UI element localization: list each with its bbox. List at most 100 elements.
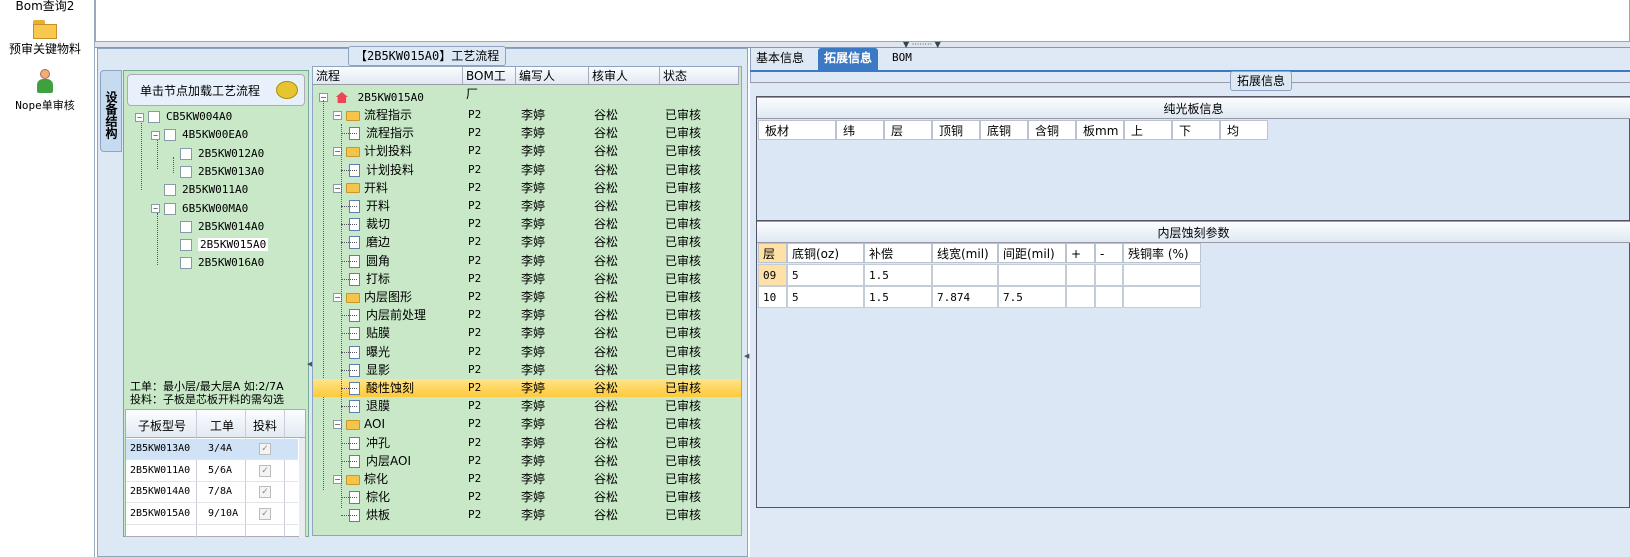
col-header-etch-4[interactable]: 间距(mil): [998, 243, 1066, 263]
process-row[interactable]: 内层前处理 P2 李婷 谷松 已审核: [313, 306, 741, 324]
col-header-etch-7[interactable]: 残铜率 (%): [1123, 243, 1201, 263]
col-header-etch-5[interactable]: +: [1066, 243, 1095, 263]
process-row[interactable]: 曝光 P2 李婷 谷松 已审核: [313, 343, 741, 361]
col-header-bare-0[interactable]: 板材: [758, 120, 836, 140]
process-row[interactable]: − 内层图形 P2 李婷 谷松 已审核: [313, 288, 741, 306]
etch-cell[interactable]: [1066, 264, 1095, 286]
table-row[interactable]: 2B5KW013A0 3/4A ✓: [126, 439, 298, 460]
etch-cell[interactable]: [1123, 286, 1201, 308]
etch-cell[interactable]: [998, 264, 1066, 286]
feed-checkbox[interactable]: ✓: [259, 486, 271, 498]
process-row[interactable]: 显影 P2 李婷 谷松 已审核: [313, 361, 741, 379]
process-row[interactable]: 烘板 P2 李婷 谷松 已审核: [313, 506, 741, 524]
col-header-etch-3[interactable]: 线宽(mil): [932, 243, 998, 263]
process-row[interactable]: 打标 P2 李婷 谷松 已审核: [313, 270, 741, 288]
table-row[interactable]: 2B5KW015A0 9/10A ✓: [126, 504, 298, 525]
etch-cell[interactable]: 1.5: [864, 264, 932, 286]
process-row[interactable]: − AOI P2 李婷 谷松 已审核: [313, 415, 741, 433]
table-row[interactable]: 2B5KW011A0 5/6A ✓: [126, 461, 298, 482]
col-header-process[interactable]: 流程: [313, 67, 463, 85]
tab-bom[interactable]: BOM: [886, 48, 918, 70]
col-header-etch-6[interactable]: -: [1095, 243, 1123, 263]
etch-cell[interactable]: 09: [758, 264, 787, 286]
col-header-etch-1[interactable]: 底铜(oz): [787, 243, 864, 263]
process-row[interactable]: 计划投料 P2 李婷 谷松 已审核: [313, 161, 741, 179]
process-row[interactable]: 棕化 P2 李婷 谷松 已审核: [313, 488, 741, 506]
process-row[interactable]: 磨边 P2 李婷 谷松 已审核: [313, 233, 741, 251]
tree-node[interactable]: 2B5KW015A0: [167, 237, 269, 253]
etch-cell[interactable]: 5: [787, 264, 864, 286]
tree-node[interactable]: 2B5KW012A0: [167, 146, 264, 162]
tab-basic-info[interactable]: 基本信息: [750, 48, 810, 70]
col-header-etch-2[interactable]: 补偿: [864, 243, 932, 263]
col-header-bare-2[interactable]: 层: [884, 120, 932, 140]
process-row[interactable]: 裁切 P2 李婷 谷松 已审核: [313, 215, 741, 233]
feed-checkbox[interactable]: ✓: [259, 464, 271, 477]
nav-item-bom-query[interactable]: Bom查询2: [0, 0, 90, 14]
etch-cell[interactable]: [1066, 286, 1095, 308]
node-checkbox-icon[interactable]: [164, 129, 176, 142]
col-header-factory[interactable]: BOM工厂: [463, 67, 516, 101]
process-row[interactable]: 退膜 P2 李婷 谷松 已审核: [313, 397, 741, 415]
col-header-writer[interactable]: 编写人: [516, 67, 589, 85]
node-checkbox-icon[interactable]: [180, 220, 192, 233]
node-checkbox-icon[interactable]: [148, 111, 160, 123]
node-checkbox-icon[interactable]: [180, 165, 192, 178]
etch-cell[interactable]: 5: [787, 286, 864, 308]
feed-checkbox[interactable]: ✓: [259, 507, 271, 520]
col-header-bare-4[interactable]: 底铜: [980, 120, 1028, 140]
node-checkbox-icon[interactable]: [164, 184, 176, 197]
process-row[interactable]: 圆角 P2 李婷 谷松 已审核: [313, 252, 741, 270]
process-row[interactable]: 流程指示 P2 李婷 谷松 已审核: [313, 124, 741, 142]
collapse-icon[interactable]: −: [333, 111, 342, 120]
process-row[interactable]: 开料 P2 李婷 谷松 已审核: [313, 197, 741, 215]
col-header-bare-8[interactable]: 下: [1172, 120, 1220, 140]
collapse-icon[interactable]: −: [151, 204, 160, 213]
nav-item-nope-review[interactable]: Nope单审核: [0, 67, 90, 113]
process-row[interactable]: 冲孔 P2 李婷 谷松 已审核: [313, 434, 741, 452]
process-row[interactable]: − 棕化 P2 李婷 谷松 已审核: [313, 470, 741, 488]
tree-node[interactable]: − 6B5KW00MA0: [151, 201, 248, 217]
etch-cell[interactable]: [932, 264, 998, 286]
etch-cell[interactable]: [1095, 286, 1123, 308]
tree-node[interactable]: 2B5KW016A0: [167, 255, 264, 271]
col-header-etch-0[interactable]: 层: [758, 243, 787, 263]
process-root-row[interactable]: − 2B5KW015A0: [313, 88, 741, 106]
node-checkbox-icon[interactable]: [180, 257, 192, 270]
col-header-reviewer[interactable]: 核审人: [589, 67, 660, 85]
col-header-bare-9[interactable]: 均: [1220, 120, 1268, 140]
etch-cell[interactable]: [1123, 264, 1201, 286]
col-header-bare-5[interactable]: 含铜: [1028, 120, 1076, 140]
process-row[interactable]: − 流程指示 P2 李婷 谷松 已审核: [313, 106, 741, 124]
col-header-bare-6[interactable]: 板mm: [1076, 120, 1124, 140]
tree-node[interactable]: − 4B5KW00EA0: [151, 127, 248, 143]
tree-node[interactable]: − CB5KW004A0: [135, 109, 232, 125]
node-checkbox-icon[interactable]: [164, 202, 176, 215]
etch-cell[interactable]: [1095, 264, 1123, 286]
process-row[interactable]: 贴膜 P2 李婷 谷松 已审核: [313, 324, 741, 342]
col-header-bare-7[interactable]: 上: [1124, 120, 1172, 140]
tree-node[interactable]: 2B5KW011A0: [151, 182, 248, 198]
col-header-bare-3[interactable]: 顶铜: [932, 120, 980, 140]
tab-extended-info[interactable]: 拓展信息: [818, 48, 879, 70]
nav-item-prereview[interactable]: 预审关键物料: [0, 18, 90, 57]
tree-node[interactable]: 2B5KW013A0: [167, 164, 264, 180]
process-row[interactable]: 酸性蚀刻 P2 李婷 谷松 已审核: [313, 379, 741, 397]
tree-node[interactable]: 2B5KW014A0: [167, 219, 264, 235]
collapse-icon[interactable]: −: [151, 130, 160, 140]
tab-device-structure[interactable]: 设备结构: [100, 70, 122, 152]
process-row[interactable]: − 计划投料 P2 李婷 谷松 已审核: [313, 142, 741, 160]
feed-checkbox[interactable]: ✓: [259, 443, 271, 455]
process-row[interactable]: − 开料 P2 李婷 谷松 已审核: [313, 179, 741, 197]
collapse-right-icon[interactable]: ◀: [744, 352, 749, 360]
table-row[interactable]: 2B5KW014A0 7/8A ✓: [126, 482, 298, 503]
process-row[interactable]: 内层AOI P2 李婷 谷松 已审核: [313, 452, 741, 470]
node-checkbox-icon[interactable]: [180, 147, 192, 160]
collapse-icon[interactable]: −: [135, 112, 144, 122]
col-header-bare-1[interactable]: 纬: [836, 120, 884, 140]
etch-cell[interactable]: 7.5: [998, 286, 1066, 308]
col-header-status[interactable]: 状态: [660, 67, 739, 85]
etch-cell[interactable]: 1.5: [864, 286, 932, 308]
etch-cell[interactable]: 7.874: [932, 286, 998, 308]
node-checkbox-icon[interactable]: [180, 239, 192, 252]
